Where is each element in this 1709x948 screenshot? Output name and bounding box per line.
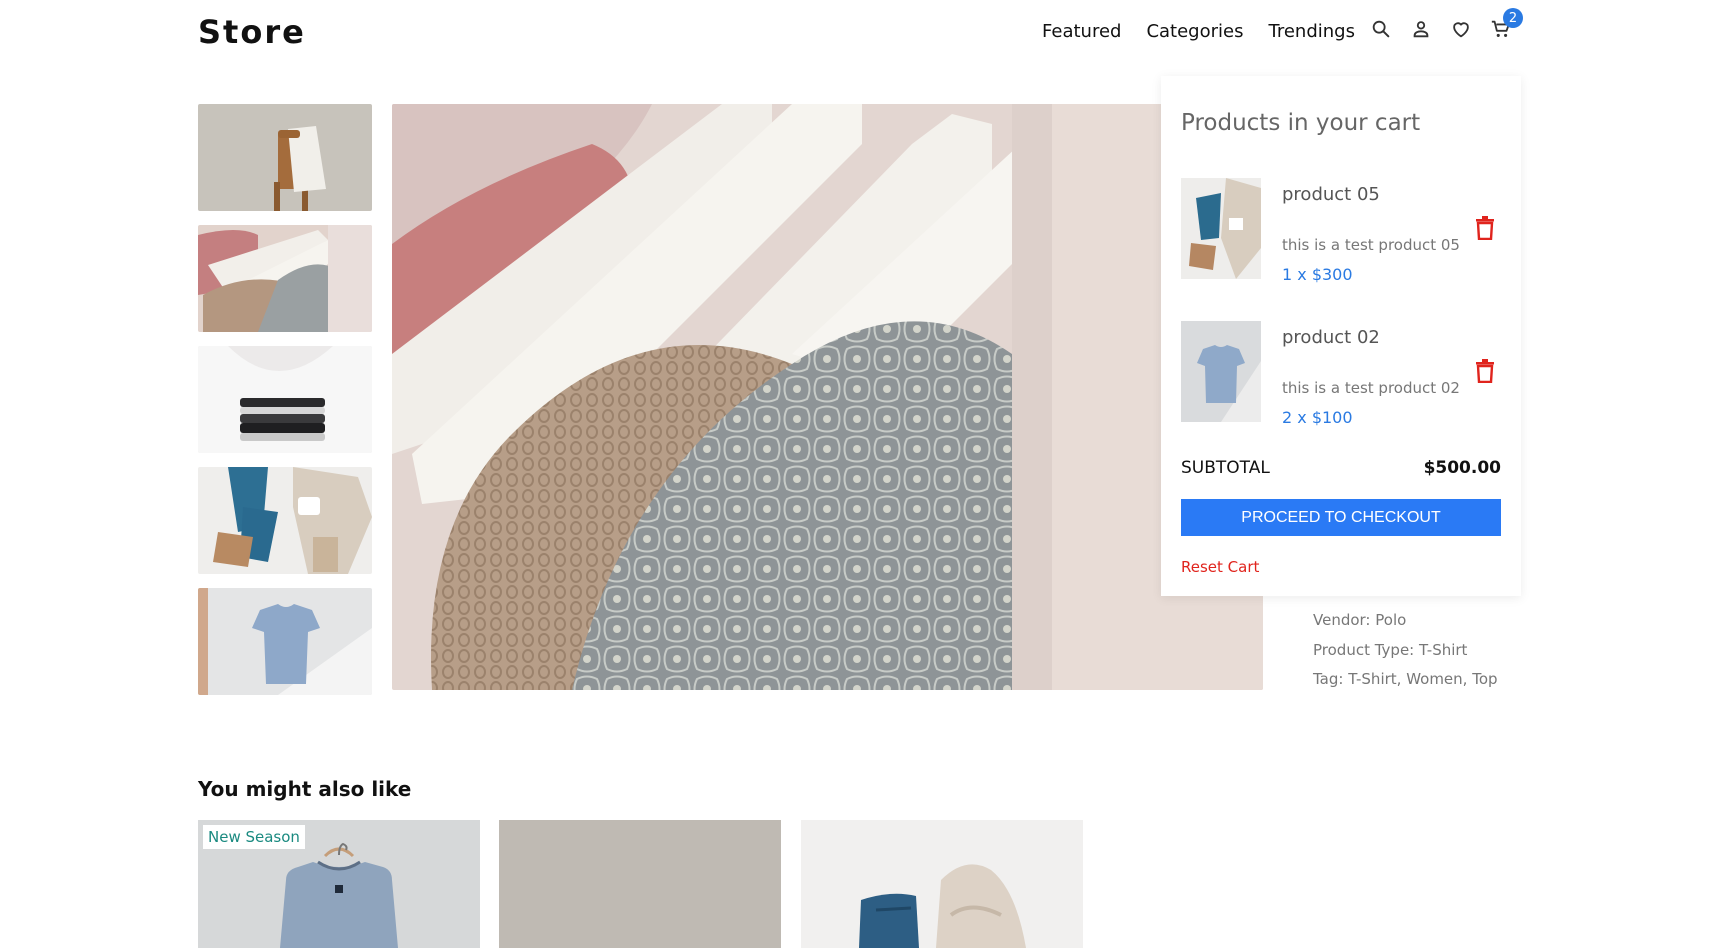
thumbnail-blue-tshirt[interactable] bbox=[198, 588, 372, 695]
cart-item-name[interactable]: product 02 bbox=[1282, 327, 1380, 348]
reset-cart-link[interactable]: Reset Cart bbox=[1181, 558, 1259, 576]
header-icons: 2 bbox=[1370, 8, 1523, 40]
product-card[interactable] bbox=[801, 820, 1083, 948]
cart-item-qty-price: 2 x $100 bbox=[1282, 408, 1353, 427]
cart-item-image[interactable] bbox=[1181, 321, 1261, 422]
tag-text: Tag: T-Shirt, Women, Top bbox=[1313, 670, 1498, 688]
store-logo[interactable]: Store bbox=[198, 13, 306, 51]
cart-button[interactable]: 2 bbox=[1490, 8, 1523, 40]
cart-item-description: this is a test product 02 bbox=[1282, 379, 1460, 397]
main-product-image bbox=[392, 104, 1263, 690]
new-season-badge: New Season bbox=[203, 825, 305, 849]
product-meta: Vendor: Polo Product Type: T-Shirt Tag: … bbox=[1313, 606, 1498, 695]
thumbnail-chair-with-shirt[interactable] bbox=[198, 104, 372, 211]
cart-item-qty-price: 1 x $300 bbox=[1282, 265, 1353, 284]
cart-count-badge: 2 bbox=[1503, 8, 1523, 28]
nav-categories[interactable]: Categories bbox=[1146, 21, 1243, 42]
thumbnail-flatlay[interactable] bbox=[198, 467, 372, 574]
trash-icon[interactable] bbox=[1474, 359, 1496, 383]
heart-icon[interactable] bbox=[1450, 18, 1472, 40]
subtotal-value: $500.00 bbox=[1423, 458, 1501, 478]
nav-featured[interactable]: Featured bbox=[1042, 21, 1121, 42]
nav-trendings[interactable]: Trendings bbox=[1268, 21, 1354, 42]
product-card[interactable] bbox=[499, 820, 781, 948]
product-card[interactable]: New Season bbox=[198, 820, 480, 948]
cart-item-name[interactable]: product 05 bbox=[1282, 184, 1380, 205]
trash-icon[interactable] bbox=[1474, 216, 1496, 240]
product-type-text: Product Type: T-Shirt bbox=[1313, 640, 1468, 659]
thumbnail-knit-sweaters[interactable] bbox=[198, 225, 372, 332]
subtotal-row: SUBTOTAL $500.00 bbox=[1181, 458, 1501, 478]
checkout-button[interactable]: PROCEED TO CHECKOUT bbox=[1181, 499, 1501, 536]
cart-item: product 05 this is a test product 05 1 x… bbox=[1181, 178, 1501, 284]
cart-item-image[interactable] bbox=[1181, 178, 1261, 279]
cart-dropdown: Products in your cart product 05 this is… bbox=[1161, 76, 1521, 596]
section-title: You might also like bbox=[198, 777, 412, 801]
cart-item: product 02 this is a test product 02 2 x… bbox=[1181, 321, 1501, 427]
vendor-text: Vendor: Polo bbox=[1313, 611, 1407, 629]
thumbnail-folded-clothes[interactable] bbox=[198, 346, 372, 453]
user-icon[interactable] bbox=[1410, 18, 1432, 40]
cart-title: Products in your cart bbox=[1181, 110, 1421, 136]
thumbnail-list bbox=[198, 104, 372, 709]
cart-item-description: this is a test product 05 bbox=[1282, 236, 1460, 254]
main-nav: Featured Categories Trendings bbox=[1042, 21, 1380, 42]
subtotal-label: SUBTOTAL bbox=[1181, 458, 1270, 478]
search-icon[interactable] bbox=[1370, 18, 1392, 40]
